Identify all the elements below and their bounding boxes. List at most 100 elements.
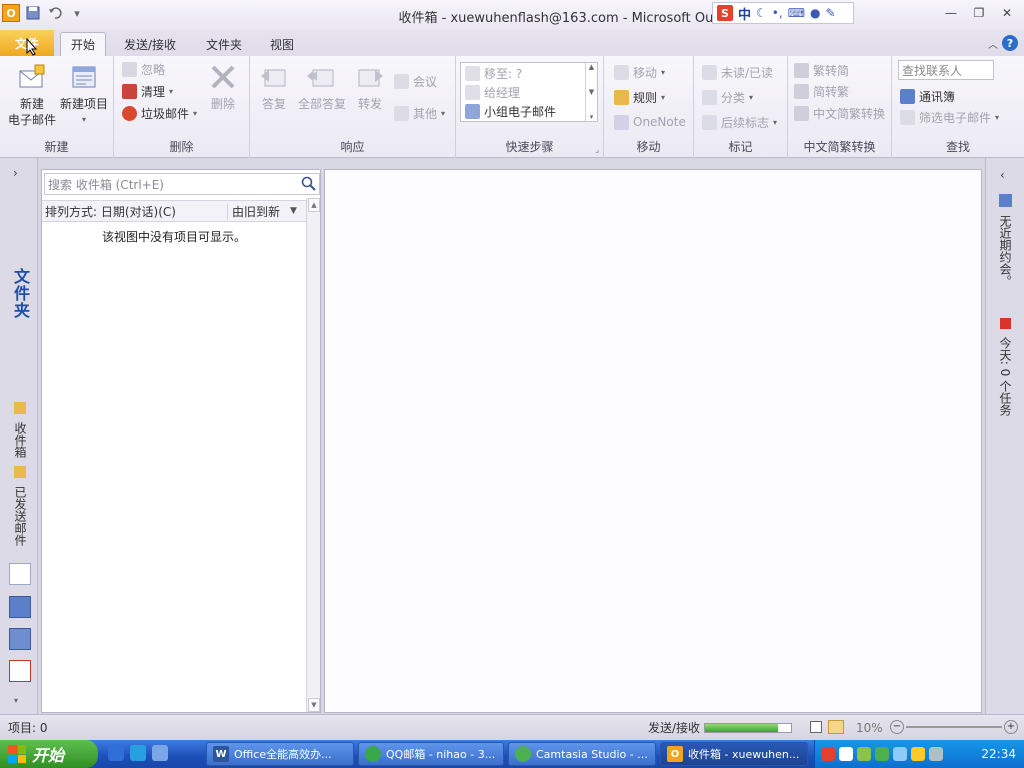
configure-buttons-icon[interactable]: ▾ <box>14 696 18 705</box>
tab-home[interactable]: 开始 <box>60 32 107 56</box>
browser-icon[interactable] <box>130 745 146 761</box>
sort-bar: 排列方式: 日期(对话)(C) 由旧到新 ▼ <box>42 200 306 222</box>
calendar-icon[interactable] <box>9 596 31 618</box>
help-icon[interactable]: ? <box>1002 35 1018 51</box>
punctuation-icon[interactable]: •, <box>772 6 783 20</box>
tab-send-receive[interactable]: 发送/接收 <box>114 32 186 56</box>
zoom-in-icon[interactable]: + <box>1004 720 1018 734</box>
tray-app-icon[interactable] <box>875 747 889 761</box>
nav-inbox[interactable]: 收件箱 <box>12 402 29 458</box>
taskbar-button-word[interactable]: W Office全能高效办... <box>206 742 354 766</box>
restore-icon[interactable]: ❐ <box>968 4 990 22</box>
quick-steps-scroller[interactable]: ▲ ▼ ▾ <box>585 63 597 121</box>
sort-dropdown-icon[interactable]: ▼ <box>290 206 306 216</box>
quick-step-to-manager[interactable]: 给经理 <box>465 83 520 101</box>
reply-button[interactable]: 答复 <box>256 62 292 112</box>
ignore-button[interactable]: 忽略 <box>122 60 165 78</box>
chinese-conversion-button[interactable]: 中文简繁转换 <box>794 104 885 122</box>
rules-icon <box>614 89 629 105</box>
tab-folder[interactable]: 文件夹 <box>196 32 252 56</box>
sort-by-button[interactable]: 排列方式: 日期(对话)(C) <box>42 202 228 220</box>
sort-order-button[interactable]: 由旧到新 <box>228 203 290 220</box>
sogou-icon[interactable]: S <box>717 5 733 21</box>
expand-gallery-icon[interactable]: ▾ <box>590 113 594 121</box>
onenote-button[interactable]: OneNote <box>614 113 686 131</box>
mouse-cursor-icon <box>26 38 38 56</box>
outlook-icon: O <box>667 746 683 762</box>
sogou-tray-icon[interactable] <box>821 747 835 761</box>
categorize-button[interactable]: 分类 ▾ <box>702 88 753 106</box>
close-icon[interactable]: ✕ <box>996 4 1018 22</box>
unread-read-button[interactable]: 未读/已读 <box>702 63 773 81</box>
to-simplified-button[interactable]: 简转繁 <box>794 82 849 100</box>
reading-view-icon[interactable] <box>828 720 844 734</box>
nav-sent[interactable]: 已发送邮件 <box>12 466 29 546</box>
ie-icon[interactable] <box>108 745 124 761</box>
taskbar-button-camtasia[interactable]: Camtasia Studio - ... <box>508 742 656 766</box>
search-icon[interactable] <box>301 176 317 192</box>
meeting-button[interactable]: 会议 <box>394 72 437 90</box>
team-email-icon <box>465 103 480 119</box>
ime-mode-indicator[interactable]: 中 <box>738 4 751 23</box>
taskbar-button-outlook[interactable]: O 收件箱 - xuewuhen... <box>660 742 808 766</box>
search-contacts-input[interactable]: 查找联系人 <box>898 60 994 80</box>
zoom-slider[interactable] <box>906 726 1002 728</box>
network-icon[interactable] <box>857 747 871 761</box>
expand-nav-icon[interactable]: › <box>13 166 18 180</box>
clean-up-button[interactable]: 清理 ▾ <box>122 82 173 100</box>
normal-view-icon[interactable] <box>810 721 822 733</box>
qq-icon[interactable] <box>152 745 168 761</box>
message-list: 搜索 收件箱 (Ctrl+E) 排列方式: 日期(对话)(C) 由旧到新 ▼ 该… <box>41 169 321 713</box>
send-receive-status[interactable]: 发送/接收 <box>648 719 700 736</box>
address-book-button[interactable]: 通讯簿 <box>900 87 955 105</box>
tray-app-icon[interactable] <box>911 747 925 761</box>
junk-button[interactable]: 垃圾邮件 ▾ <box>122 104 197 122</box>
keyboard-icon[interactable]: ⌨ <box>788 6 805 20</box>
start-button[interactable]: 开始 <box>0 740 98 768</box>
message-list-scrollbar[interactable]: ▲ ▼ <box>306 198 320 712</box>
title-bar: O ▾ 收件箱 - xuewuhenflash@163.com - Micros… <box>0 0 1024 30</box>
rules-button[interactable]: 规则 ▾ <box>614 88 665 106</box>
item-count: 项目: 0 <box>8 721 48 735</box>
more-respond-button[interactable]: 其他 ▾ <box>394 104 445 122</box>
new-items-button[interactable]: 新建项目 ▾ <box>58 62 110 128</box>
wrench-icon[interactable]: ✎ <box>826 6 836 20</box>
ime-tray-icon[interactable] <box>839 747 853 761</box>
expand-todo-icon[interactable]: ‹ <box>1000 168 1005 182</box>
quick-step-team-email[interactable]: 小组电子邮件 <box>465 102 556 120</box>
reply-all-button[interactable]: 全部答复 <box>294 62 350 112</box>
mail-icon[interactable] <box>9 563 31 585</box>
tasks-today[interactable]: 今天: 0 个任务 <box>997 318 1014 416</box>
group-label: 删除 <box>169 140 194 154</box>
scroll-down-icon[interactable]: ▼ <box>308 698 320 712</box>
tasks-icon[interactable] <box>9 660 31 682</box>
tray-app-icon[interactable] <box>893 747 907 761</box>
moon-icon[interactable]: ☾ <box>756 6 767 20</box>
tab-view[interactable]: 视图 <box>260 32 304 56</box>
no-appointments[interactable]: 无近期约会。 <box>997 194 1014 287</box>
new-email-button[interactable]: 新建 电子邮件 <box>6 62 58 128</box>
zoom-out-icon[interactable]: − <box>890 720 904 734</box>
user-icon[interactable]: ● <box>810 6 820 20</box>
minimize-icon[interactable]: — <box>940 4 962 22</box>
volume-icon[interactable] <box>929 747 943 761</box>
quick-step-move-to[interactable]: 移至: ? <box>465 64 522 82</box>
search-input[interactable]: 搜索 收件箱 (Ctrl+E) <box>44 173 320 195</box>
scroll-down-icon[interactable]: ▼ <box>589 88 594 96</box>
ime-toolbar[interactable]: S 中 ☾ •, ⌨ ● ✎ <box>712 2 854 24</box>
group-move: 移动 ▾ 规则 ▾ OneNote 移动 <box>604 56 694 158</box>
minimize-ribbon-icon[interactable]: ︿ <box>988 36 998 51</box>
dropdown-arrow-icon: ▾ <box>661 92 666 102</box>
scroll-up-icon[interactable]: ▲ <box>589 63 594 71</box>
to-traditional-button[interactable]: 繁转简 <box>794 61 849 79</box>
dialog-launcher-icon[interactable]: ⌟ <box>595 145 599 154</box>
follow-up-button[interactable]: 后续标志 ▾ <box>702 113 777 131</box>
forward-button[interactable]: 转发 <box>352 62 388 112</box>
taskbar-button-qqmail[interactable]: QQ邮箱 - nihao - 3... <box>358 742 504 766</box>
filter-email-button[interactable]: 筛选电子邮件 ▾ <box>900 108 999 126</box>
move-button[interactable]: 移动 ▾ <box>614 63 665 81</box>
scroll-up-icon[interactable]: ▲ <box>308 198 320 212</box>
delete-button[interactable]: 删除 <box>202 62 244 112</box>
nav-title[interactable]: 文件夹 <box>8 268 32 319</box>
contacts-icon[interactable] <box>9 628 31 650</box>
